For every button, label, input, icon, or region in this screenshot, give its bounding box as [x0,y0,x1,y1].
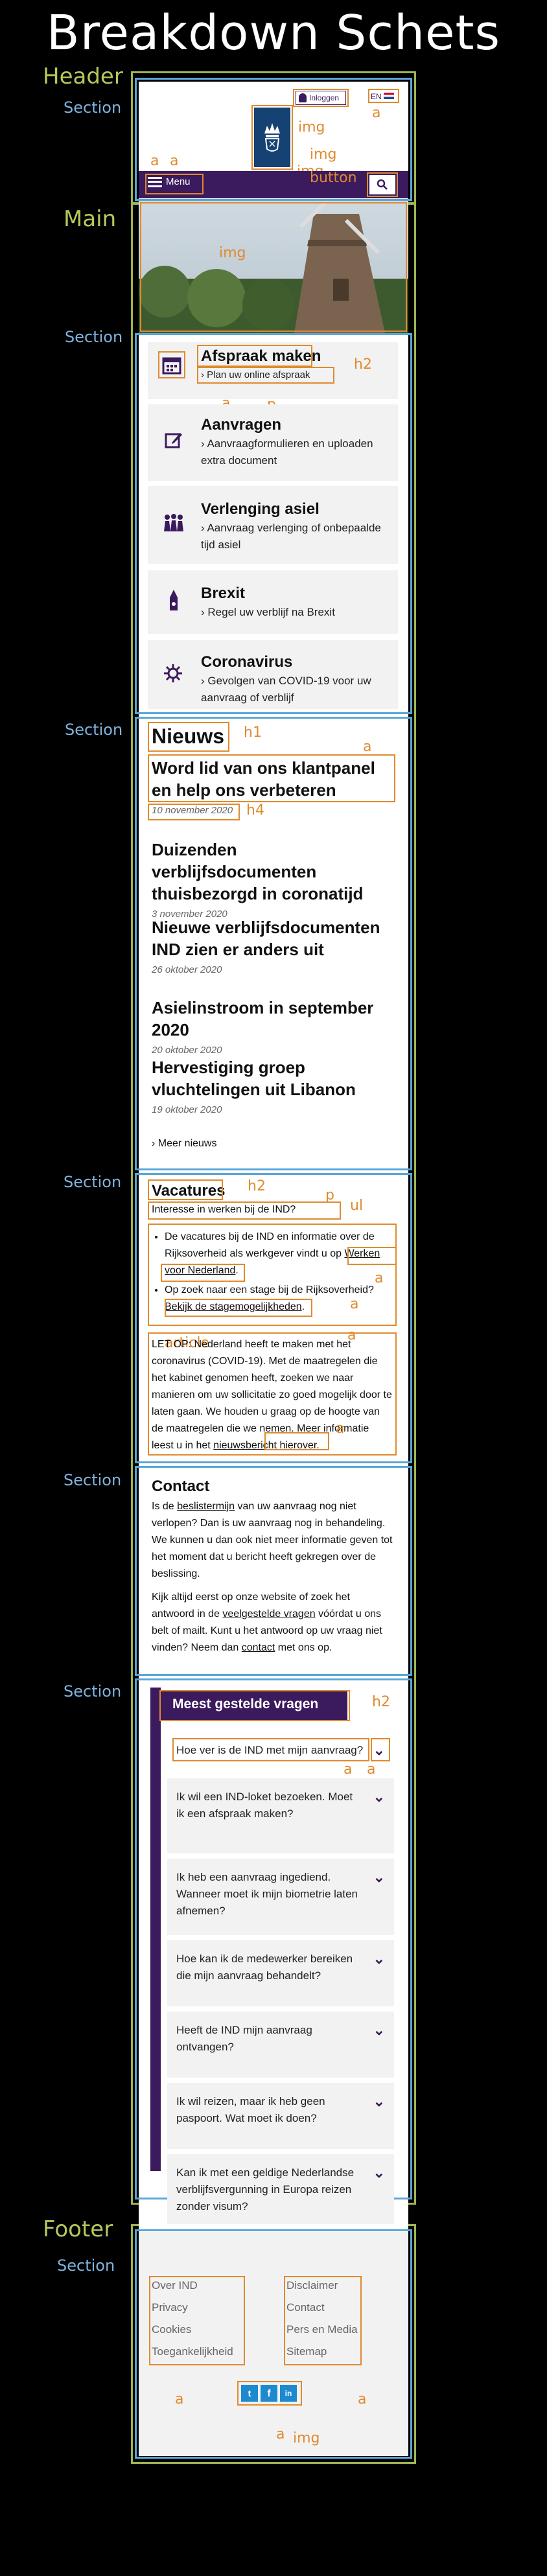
chevron-down-icon[interactable]: ⌄ [373,1869,385,1925]
footer-col-annotation [149,2276,245,2365]
section-label: Section [64,1471,122,1489]
service-title[interactable]: Aanvragen [201,416,281,434]
chevron-down-icon[interactable]: ⌄ [373,2164,385,2214]
tag-img: img [298,119,325,135]
faq-link[interactable]: veelgestelde vragen [222,1608,315,1619]
h2-annotation [159,1690,350,1721]
service-title[interactable]: Coronavirus [201,653,292,671]
hero-annotation [140,202,407,332]
faq-item[interactable]: Heeft de IND mijn aanvraag ontvangen? ⌄ [167,2012,394,2078]
tag-a: a [350,1296,359,1312]
news-list: Word lid van ons klantpanel en help ons … [152,757,395,1128]
contact-paragraph: Is de beslistermijn van uw aanvraag nog … [152,1501,393,1579]
tag-a: a [336,1421,345,1437]
footer-col-annotation [284,2276,362,2365]
more-news-link[interactable]: › Meer nieuws [152,1138,216,1150]
section-label: Section [65,328,123,346]
pencil-tip-icon [170,590,178,610]
service-sub[interactable]: › Regel uw verblijf na Brexit [201,604,335,621]
service-card[interactable] [148,570,398,634]
icon-annotation [158,351,185,378]
tag-a: a [363,739,372,755]
tag-h2: h2 [372,1694,390,1710]
news-item[interactable]: Nieuwe verblijfsdocumenten IND zien er a… [152,916,395,997]
people-icon [164,514,183,531]
search-annotation [367,172,398,197]
faq-item[interactable]: Ik wil een IND-loket bezoeken. Moet ik e… [167,1778,394,1853]
page-title: Breakdown Schets [46,5,501,61]
tag-a: a [175,2391,184,2408]
section-label: Section [64,1173,122,1191]
faq-item[interactable]: Hoe kan ik de medewerker bereiken die mi… [167,1940,394,2006]
chevron-down-icon[interactable]: ⌄ [373,1789,385,1843]
tag-a: a [367,1761,376,1778]
section-label: Section [64,99,122,117]
tag-a: a [358,2391,367,2408]
section-label: Section [65,721,123,739]
tag-img: img [293,2430,320,2446]
news-item[interactable]: Hervestiging groep vluchtelingen uit Lib… [152,1056,395,1128]
tag-img: img [310,146,337,163]
news-item[interactable]: Word lid van ons klantpanel en help ons … [152,757,395,839]
tag-a: a [170,153,179,169]
service-title[interactable]: Brexit [201,585,245,603]
faq-item[interactable]: Ik wil reizen, maar ik heb geen paspoort… [167,2083,394,2149]
menu-annotation [145,174,204,194]
faq-item[interactable]: Ik heb een aanvraag ingediend. Wanneer m… [167,1859,394,1935]
tag-ul: ul [350,1198,364,1214]
tag-button: button [310,170,357,186]
virus-icon [164,664,182,682]
tag-h1: h1 [244,725,262,741]
news-item[interactable]: Duizenden verblijfsdocumenten thuisbezor… [152,839,395,920]
beslistermijn-link[interactable]: beslistermijn [177,1501,235,1512]
link-annotation [165,1299,312,1317]
contact-link[interactable]: contact [242,1642,275,1653]
tag-a: a [343,1761,353,1778]
tag-h2: h2 [248,1178,266,1194]
contact-heading: Contact [152,1478,210,1495]
p-annotation [148,1201,341,1220]
faq-q-annotation [172,1738,369,1761]
service-sub[interactable]: › Aanvraagformulieren en uploaden extra … [201,435,395,469]
header-label: Header [43,64,123,89]
h2-annotation [197,345,312,367]
logo-annotation [251,105,293,170]
pen-icon [165,433,182,448]
login-annotation [293,89,349,107]
tag-img: img [219,245,246,261]
chevron-down-icon[interactable]: ⌄ [373,2022,385,2067]
service-title[interactable]: Verlenging asiel [201,500,320,518]
footer-label: Footer [43,2216,113,2242]
faq-item[interactable]: Kan ik met een geldige Nederlandse verbl… [167,2154,394,2224]
social-annotation [237,2381,302,2406]
link-annotation [264,1432,329,1450]
link-annotation [347,1247,397,1265]
section-label: Section [57,2257,115,2275]
h2-annotation [148,1179,223,1200]
main-label: Main [64,206,117,232]
chevron-down-icon[interactable]: ⌄ [373,1951,385,1996]
faq-sidebar-bar [150,1688,161,2171]
language-annotation [368,89,399,103]
section-label: Section [64,1682,122,1700]
faq-list: Hoe ver is de IND met mijn aanvraag? ⌄ I… [167,1732,394,2224]
news-item[interactable]: Asielinstroom in september 2020 20 oktob… [152,997,395,1056]
link-annotation [161,1264,245,1282]
tag-p: p [325,1187,334,1203]
tag-a: a [276,2426,285,2443]
faq-chevron-annotation [371,1738,390,1761]
service-sub[interactable]: › Gevolgen van COVID-19 voor uw aanvraag… [201,673,395,706]
tag-a: a [375,1270,384,1286]
service-sub[interactable]: › Aanvraag verlenging of onbepaalde tijd… [201,520,395,553]
tag-h2: h2 [354,356,372,373]
tag-a: a [372,105,381,121]
h1-annotation [148,722,229,752]
p-annotation [197,367,334,384]
tag-a: a [150,153,159,169]
chevron-down-icon[interactable]: ⌄ [373,2093,385,2139]
contact-paragraph: Kijk altijd eerst op onze website of zoe… [152,1592,382,1653]
